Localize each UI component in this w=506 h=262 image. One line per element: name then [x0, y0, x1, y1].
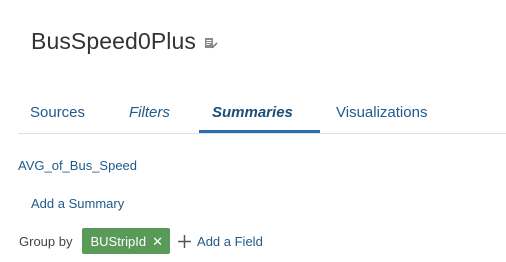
tab-filters[interactable]: Filters	[129, 104, 170, 122]
edit-pencil-icon[interactable]	[204, 36, 218, 50]
group-field-chip: BUStripId ✕	[82, 228, 171, 254]
add-field-label: Add a Field	[197, 233, 263, 249]
group-by-row: Group by BUStripId ✕ Add a Field	[19, 228, 263, 254]
page-title: BusSpeed0Plus	[31, 28, 196, 54]
add-field-button[interactable]: Add a Field	[178, 234, 263, 249]
plus-icon	[178, 234, 192, 248]
group-field-chip-label: BUStripId	[90, 233, 147, 249]
active-tab-indicator	[199, 130, 320, 133]
page: BusSpeed0Plus Sources Filters Summaries …	[0, 0, 506, 262]
tab-sources[interactable]: Sources	[30, 104, 85, 122]
group-by-label: Group by	[19, 233, 73, 249]
tab-bar: Sources Filters Summaries Visualizations	[18, 95, 506, 134]
tab-visualizations[interactable]: Visualizations	[336, 104, 427, 122]
summary-item-link[interactable]: AVG_of_Bus_Speed	[18, 158, 137, 173]
title-row: BusSpeed0Plus	[31, 26, 218, 56]
close-x-icon[interactable]: ✕	[152, 235, 163, 248]
add-summary-link[interactable]: Add a Summary	[31, 196, 124, 211]
tab-summaries[interactable]: Summaries	[212, 104, 293, 122]
